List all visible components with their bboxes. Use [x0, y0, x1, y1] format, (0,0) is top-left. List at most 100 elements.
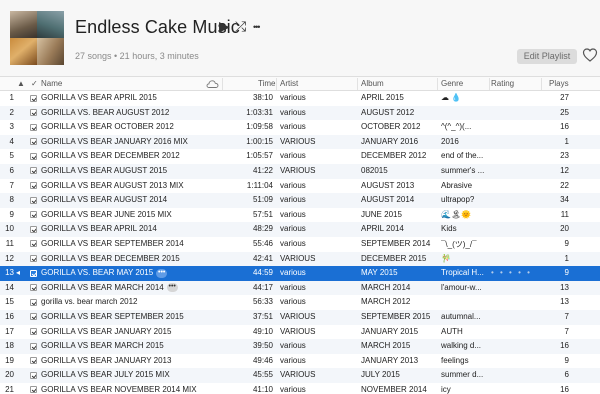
table-row[interactable]: 12 GORILLA VS BEAR DECEMBER 2015 42:41 VARI… — [0, 251, 600, 267]
track-name: GORILLA VS BEAR AUGUST 2015 — [41, 165, 168, 175]
table-row[interactable]: 7 GORILLA VS BEAR AUGUST 2013 MIX 1:11:04 v… — [0, 179, 600, 194]
play-icon[interactable]: ▶ — [219, 18, 230, 35]
table-row[interactable]: 21 GORILLA VS BEAR NOVEMBER 2014 MIX 41:10… — [0, 383, 600, 394]
track-number: 5 — [9, 151, 14, 161]
track-genre: summer's ... — [441, 165, 485, 175]
column-divider[interactable] — [357, 78, 358, 90]
track-more-icon[interactable]: ••• — [156, 268, 168, 278]
track-checkbox[interactable] — [30, 357, 37, 365]
track-plays: 22 — [560, 180, 569, 190]
table-row[interactable]: 5 GORILLA VS BEAR DECEMBER 2012 1:05:57 var… — [0, 149, 600, 164]
playlist-artwork[interactable] — [10, 11, 64, 65]
table-row[interactable]: 15 gorilla vs. bear march 2012 56:33 variou… — [0, 295, 600, 310]
track-name: GORILLA VS BEAR NOVEMBER 2014 MIX — [41, 384, 197, 394]
track-checkbox[interactable] — [30, 342, 37, 350]
track-plays: 25 — [560, 107, 569, 117]
shuffle-icon[interactable]: ⤮ — [235, 18, 246, 35]
track-checkbox[interactable] — [30, 182, 37, 190]
track-number: 6 — [9, 165, 14, 175]
track-genre: end of the... — [441, 151, 484, 161]
column-divider[interactable] — [489, 78, 490, 90]
track-checkbox[interactable] — [30, 138, 37, 146]
column-divider[interactable] — [222, 78, 223, 90]
table-row[interactable]: 11 GORILLA VS BEAR SEPTEMBER 2014 55:46 var… — [0, 237, 600, 252]
track-list: 1 GORILLA VS BEAR APRIL 2015 38:10 various A… — [0, 91, 600, 394]
track-checkbox[interactable] — [30, 225, 37, 233]
track-artist: various — [280, 180, 306, 190]
track-checkbox[interactable] — [30, 167, 37, 175]
track-checkbox[interactable] — [30, 255, 37, 263]
track-checkbox[interactable] — [30, 371, 37, 379]
track-checkbox[interactable] — [30, 313, 37, 321]
track-checkbox[interactable] — [30, 152, 37, 160]
track-checkbox[interactable] — [30, 386, 37, 394]
track-checkbox[interactable] — [30, 269, 37, 277]
track-name: GORILLA VS BEAR JANUARY 2015 — [41, 326, 172, 336]
track-rating: • • • • • — [491, 268, 532, 278]
track-checkbox[interactable] — [30, 123, 37, 131]
track-time: 55:46 — [252, 238, 273, 248]
track-number: 17 — [5, 326, 14, 336]
sort-arrow-icon[interactable]: ▲ — [17, 79, 25, 88]
track-checkbox[interactable] — [30, 284, 37, 292]
track-checkbox[interactable] — [30, 94, 37, 102]
table-row[interactable]: 14 GORILLA VS BEAR MARCH 2014 ••• 44:17 vari… — [0, 280, 600, 296]
column-name[interactable]: Name — [41, 79, 62, 88]
column-rating[interactable]: Rating — [491, 79, 514, 88]
table-row[interactable]: 16 GORILLA VS BEAR SEPTEMBER 2015 37:51 VAR… — [0, 309, 600, 325]
track-album: DECEMBER 2012 — [361, 151, 427, 161]
track-more-icon[interactable]: ••• — [166, 283, 178, 293]
track-checkbox[interactable] — [30, 298, 37, 306]
column-album[interactable]: Album — [361, 79, 384, 88]
heart-icon[interactable] — [582, 47, 598, 63]
table-row[interactable]: 1 GORILLA VS BEAR APRIL 2015 38:10 various A… — [0, 91, 600, 106]
track-number: 12 — [5, 253, 14, 263]
column-header-bar: ▲ ✓ Name Time Artist Album Genre Rating … — [0, 76, 600, 91]
track-checkbox[interactable] — [30, 196, 37, 204]
more-options-icon[interactable]: ••• — [253, 22, 261, 32]
table-row[interactable]: 2 GORILLA VS. BEAR AUGUST 2012 1:03:31 vari… — [0, 105, 600, 121]
track-checkbox[interactable] — [30, 109, 37, 117]
column-divider[interactable] — [437, 78, 438, 90]
column-genre[interactable]: Genre — [441, 79, 463, 88]
column-divider[interactable] — [541, 78, 542, 90]
track-number: 20 — [5, 370, 14, 380]
track-time: 1:11:04 — [246, 180, 273, 190]
track-number: 21 — [5, 384, 14, 394]
table-row[interactable]: 18 GORILLA VS BEAR MARCH 2015 39:50 various… — [0, 339, 600, 354]
track-name-text: GORILLA VS. BEAR MAY 2015 — [41, 268, 154, 278]
track-checkbox[interactable] — [30, 211, 37, 219]
track-time: 1:03:31 — [246, 107, 273, 117]
table-row[interactable]: 4 GORILLA VS BEAR JANUARY 2016 MIX 1:00:15… — [0, 134, 600, 150]
track-album: AUGUST 2013 — [361, 180, 415, 190]
track-number: 11 — [5, 238, 14, 248]
edit-playlist-button[interactable]: Edit Playlist — [517, 49, 577, 64]
column-check[interactable]: ✓ — [31, 79, 38, 88]
table-row[interactable]: 8 GORILLA VS BEAR AUGUST 2014 51:09 various… — [0, 193, 600, 208]
column-time[interactable]: Time — [258, 79, 275, 88]
column-artist[interactable]: Artist — [280, 79, 298, 88]
table-row[interactable]: 17 GORILLA VS BEAR JANUARY 2015 49:10 VARIO… — [0, 325, 600, 340]
table-row[interactable]: 10 GORILLA VS BEAR APRIL 2014 48:29 various… — [0, 222, 600, 237]
track-album: JANUARY 2016 — [361, 136, 419, 146]
table-row[interactable]: 19 GORILLA VS BEAR JANUARY 2013 49:46 vario… — [0, 354, 600, 369]
track-time: 49:10 — [252, 326, 273, 336]
table-row[interactable]: 6 GORILLA VS BEAR AUGUST 2015 41:22 VARIOUS… — [0, 163, 600, 179]
track-artist: VARIOUS — [280, 311, 316, 321]
track-artist: various — [280, 355, 306, 365]
column-divider[interactable] — [276, 78, 277, 90]
table-row[interactable]: 20 GORILLA VS BEAR JULY 2015 MIX 45:55 VARI… — [0, 368, 600, 383]
table-row[interactable]: 13 GORILLA VS. BEAR MAY 2015 ••• 44:59 vario… — [0, 266, 600, 281]
track-name: GORILLA VS BEAR APRIL 2014 — [41, 224, 157, 234]
table-row[interactable]: 9 GORILLA VS BEAR JUNE 2015 MIX 57:51 vario… — [0, 208, 600, 223]
table-row[interactable]: 3 GORILLA VS BEAR OCTOBER 2012 1:09:58 vari… — [0, 120, 600, 135]
track-album: OCTOBER 2012 — [361, 122, 421, 132]
track-name: GORILLA VS BEAR SEPTEMBER 2014 — [41, 238, 184, 248]
track-number: 19 — [5, 355, 14, 365]
track-number: 3 — [9, 122, 14, 132]
column-plays[interactable]: Plays — [549, 79, 569, 88]
artwork-tile — [10, 38, 37, 65]
track-checkbox[interactable] — [30, 240, 37, 248]
track-album: AUGUST 2012 — [361, 107, 415, 117]
track-checkbox[interactable] — [30, 328, 37, 335]
